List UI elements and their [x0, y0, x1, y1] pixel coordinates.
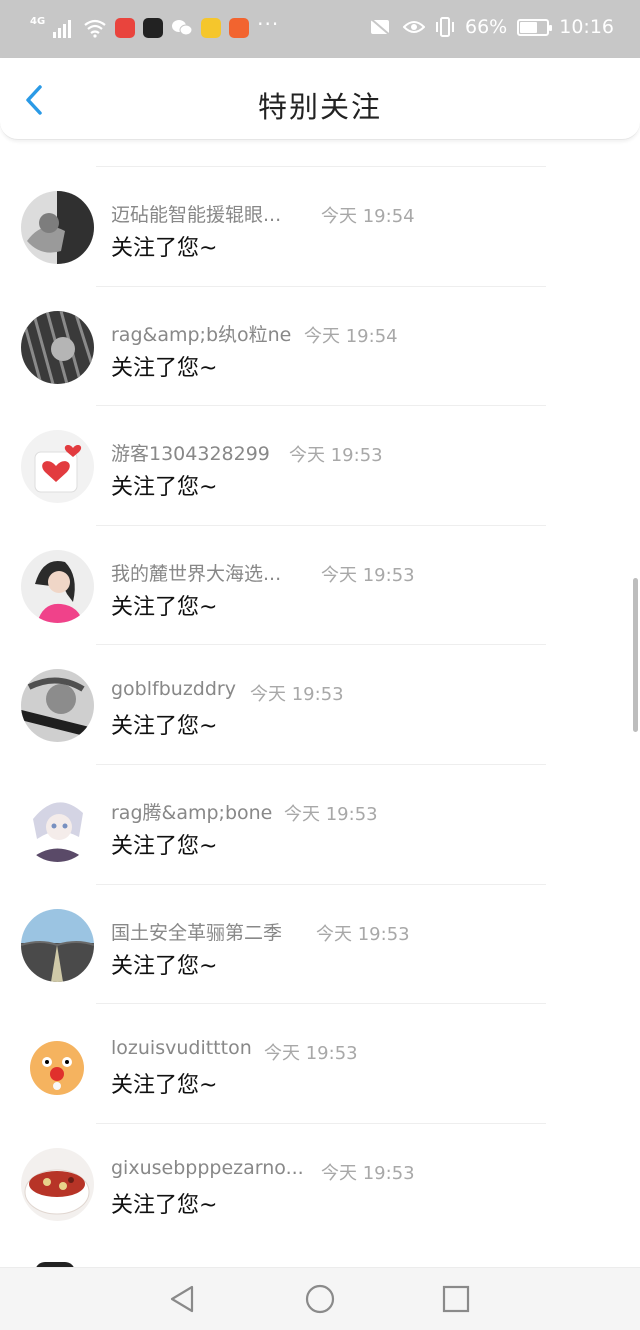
nav-recents-square-icon[interactable]: [441, 1284, 471, 1314]
scrollbar[interactable]: [633, 578, 638, 732]
notification-message: 关注了您~: [111, 834, 218, 859]
nav-back-triangle-icon[interactable]: [168, 1284, 198, 1314]
wifi-icon: [84, 19, 106, 38]
divider: [96, 1122, 546, 1124]
divider: [96, 1003, 546, 1005]
status-left: 4G ···: [30, 12, 279, 40]
divider: [96, 764, 546, 765]
notification-message: 关注了您~: [111, 475, 218, 501]
timestamp: 今天 19:53: [284, 804, 378, 825]
divider: [96, 524, 546, 526]
notification-message: 关注了您~: [111, 1073, 218, 1099]
avatar[interactable]: [21, 310, 94, 384]
app-icon-orange: [229, 18, 250, 38]
avatar[interactable]: [21, 669, 94, 743]
list-item[interactable]: rag&amp;b纨o粒ne 今天 19:54 关注了您~: [0, 285, 640, 406]
avatar[interactable]: [21, 430, 94, 504]
timestamp: 今天 19:53: [321, 1162, 415, 1184]
system-navigation-bar: [0, 1267, 640, 1330]
avatar[interactable]: [21, 191, 94, 264]
list-item[interactable]: 游客1304328299 今天 19:53 关注了您~: [0, 405, 640, 525]
title-bar: 特别关注: [0, 58, 640, 140]
list-item[interactable]: 国土安全革骊第二季 今天 19:53 关注了您~: [0, 883, 640, 1004]
user-name[interactable]: gixusebpppezarno...: [111, 1157, 304, 1179]
notification-message: 关注了您~: [111, 714, 218, 740]
user-name[interactable]: 游客1304328299: [111, 439, 270, 466]
divider: [96, 883, 546, 885]
notification-message: 关注了您~: [111, 1192, 218, 1218]
follow-notification-list[interactable]: 迈砧能智能援辊眼... 今天 19:54 关注了您~ rag&amp;b纨o粒ne 今天…: [0, 140, 640, 1267]
timestamp: 今天 19:53: [250, 684, 344, 706]
avatar[interactable]: [21, 1147, 94, 1221]
user-name[interactable]: 迈砧能智能援辊眼...: [111, 200, 281, 227]
user-name[interactable]: rag&amp;b纨o粒ne: [111, 320, 291, 347]
signal-icon: [53, 20, 72, 38]
timestamp: 今天 19:54: [321, 206, 415, 227]
divider: [96, 644, 546, 646]
list-item[interactable]: gixusebpppezarno... 今天 19:53 关注了您~: [0, 1122, 640, 1243]
timestamp: 今天 19:53: [321, 564, 415, 586]
mute-icon: [369, 17, 392, 37]
user-name[interactable]: rag腾&amp;bone: [111, 798, 272, 825]
app-icon-red: [115, 18, 136, 38]
avatar[interactable]: [21, 789, 94, 862]
avatar[interactable]: [21, 1028, 94, 1102]
app-icon-black: [143, 18, 164, 38]
network-type: 4G: [30, 15, 46, 27]
user-name[interactable]: lozuisvudittton: [111, 1037, 252, 1059]
battery-icon: [517, 18, 553, 36]
eye-icon: [403, 21, 425, 33]
status-bar: 4G ··· 66% 10:16: [0, 0, 640, 58]
timestamp: 今天 19:53: [289, 445, 383, 467]
battery-percent: 66%: [465, 16, 508, 38]
notification-message: 关注了您~: [111, 236, 218, 261]
divider: [96, 166, 546, 167]
nav-home-circle-icon[interactable]: [305, 1284, 335, 1314]
timestamp: 今天 19:54: [304, 325, 398, 347]
wechat-icon: [172, 20, 193, 36]
more-notifications: ···: [257, 12, 280, 36]
user-name[interactable]: 我的麓世界大海选...: [111, 559, 281, 586]
clock: 10:16: [559, 16, 614, 38]
status-right: 66% 10:16: [369, 16, 614, 38]
battery-fill: [520, 21, 538, 33]
user-name[interactable]: goblfbuzddry: [111, 678, 236, 700]
list-item[interactable]: rag腾&amp;bone 今天 19:53 关注了您~: [0, 764, 640, 884]
user-name[interactable]: 国土安全革骊第二季: [111, 918, 282, 945]
notification-message: 关注了您~: [111, 355, 218, 381]
notification-message: 关注了您~: [111, 953, 218, 979]
timestamp: 今天 19:53: [264, 1043, 358, 1065]
list-item[interactable]: goblfbuzddry 今天 19:53 关注了您~: [0, 644, 640, 764]
timestamp: 今天 19:53: [316, 923, 410, 945]
divider: [96, 285, 546, 287]
avatar[interactable]: [21, 549, 94, 623]
list-item[interactable]: 迈砧能智能援辊眼... 今天 19:54 关注了您~: [0, 166, 640, 286]
page-title: 特别关注: [257, 90, 382, 124]
vibrate-icon: [436, 17, 454, 37]
notification-message: 关注了您~: [111, 594, 218, 620]
list-item[interactable]: lozuisvudittton 今天 19:53 关注了您~: [0, 1003, 640, 1123]
qq-icon: [201, 18, 222, 38]
list-item[interactable]: 我的麓世界大海选... 今天 19:53 关注了您~: [0, 524, 640, 645]
divider: [96, 405, 546, 407]
avatar[interactable]: [21, 908, 94, 982]
